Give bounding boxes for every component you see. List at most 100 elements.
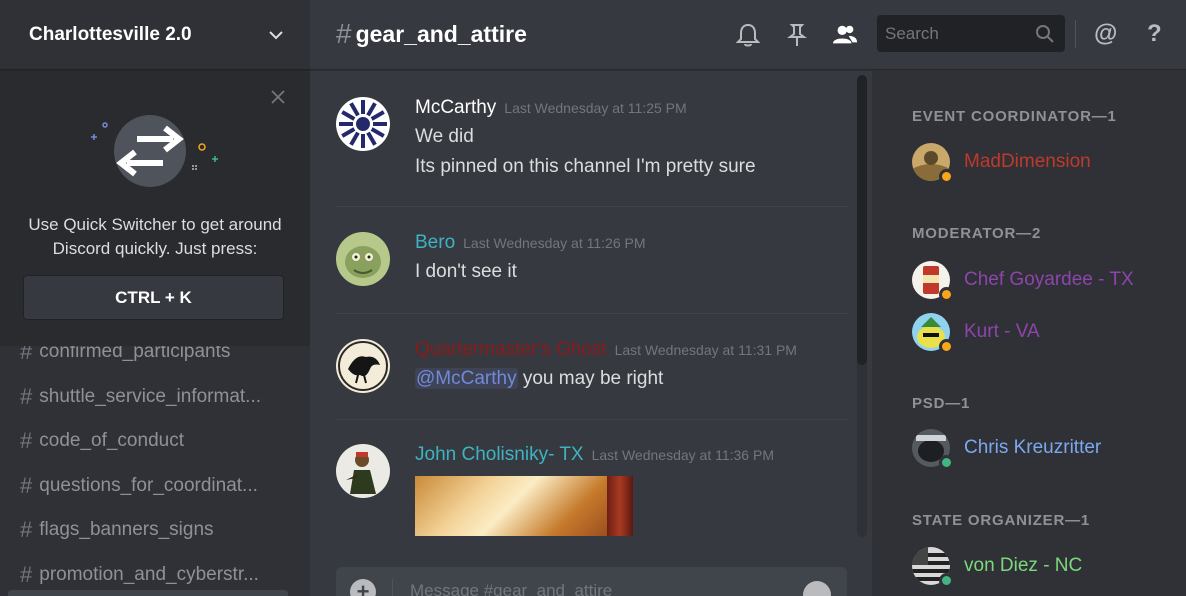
avatar: [912, 547, 954, 588]
message-divider: [336, 313, 848, 314]
avatar[interactable]: [336, 232, 390, 286]
quick-switcher-arrows-icon: [91, 115, 218, 187]
status-idle-icon: [939, 339, 954, 354]
hash-icon: #: [20, 428, 33, 454]
status-online-icon: [939, 573, 954, 588]
header-divider: [1075, 20, 1076, 48]
message-header: John Cholisniky- TX Last Wednesday at 11…: [415, 444, 848, 466]
channel-questions[interactable]: # questions_for_coordinat...: [0, 464, 310, 509]
avatar[interactable]: [336, 339, 390, 393]
search-box[interactable]: [877, 15, 1065, 52]
message-text: @McCarthy you may be right: [415, 367, 848, 391]
sunwheel-avatar-icon: [336, 97, 390, 151]
user-mention[interactable]: @McCarthy: [415, 368, 518, 389]
message-body: Quartermaster's Ghost Last Wednesday at …: [415, 339, 848, 391]
upload-plus-icon[interactable]: +: [350, 579, 376, 596]
message-body: Bero Last Wednesday at 11:26 PM I don't …: [415, 232, 848, 284]
emoji-icon[interactable]: [803, 581, 831, 596]
role-header: PSD—1: [912, 395, 971, 412]
member-item[interactable]: von Diez - NC: [912, 546, 1083, 588]
message-header: Bero Last Wednesday at 11:26 PM: [415, 232, 848, 254]
avatar[interactable]: [336, 97, 390, 151]
channel-label: promotion_and_cyberstr...: [39, 563, 259, 585]
channel-label: questions_for_coordinat...: [39, 474, 258, 496]
member-item[interactable]: Chris Kreuzritter: [912, 428, 1102, 470]
member-list: EVENT COORDINATOR—1 MadDimension MODERAT…: [872, 71, 1186, 596]
timestamp: Last Wednesday at 11:31 PM: [614, 342, 797, 358]
member-name: von Diez - NC: [964, 555, 1083, 576]
timestamp: Last Wednesday at 11:26 PM: [463, 235, 646, 251]
search-input[interactable]: [885, 23, 1025, 44]
member-item[interactable]: Chef Goyardee - TX: [912, 260, 1134, 302]
channel-name: gear_and_attire: [355, 20, 527, 47]
avatar: [912, 143, 954, 184]
chevron-down-icon[interactable]: [266, 25, 286, 45]
close-icon[interactable]: [270, 89, 286, 105]
author-name[interactable]: John Cholisniky- TX: [415, 444, 584, 466]
member-name: Chris Kreuzritter: [964, 437, 1102, 458]
channel-code-of-conduct[interactable]: # code_of_conduct: [0, 419, 310, 464]
channel-label: flags_banners_signs: [39, 519, 214, 541]
role-header: EVENT COORDINATOR—1: [912, 108, 1117, 125]
role-header: MODERATOR—2: [912, 225, 1042, 242]
server-name: Charlottesville 2.0: [29, 23, 192, 45]
message-header: McCarthy Last Wednesday at 11:25 PM: [415, 97, 848, 119]
author-name[interactable]: McCarthy: [415, 97, 496, 119]
status-idle-icon: [939, 287, 954, 302]
members-icon[interactable]: [832, 22, 858, 48]
hash-icon: #: [20, 517, 33, 543]
help-icon[interactable]: ?: [1147, 20, 1173, 47]
bell-icon[interactable]: [735, 22, 761, 48]
timestamp: Last Wednesday at 11:25 PM: [504, 100, 687, 116]
member-item[interactable]: MadDimension: [912, 142, 1091, 184]
channel-shuttle-service[interactable]: # shuttle_service_informat...: [0, 375, 310, 420]
message-scrollbar-thumb[interactable]: [857, 75, 867, 365]
quick-switcher-shortcut-button[interactable]: CTRL + K: [23, 275, 284, 320]
status-idle-icon: [939, 169, 954, 184]
hash-icon: #: [20, 472, 33, 498]
role-header: STATE ORGANIZER—1: [912, 512, 1091, 529]
pin-icon[interactable]: [784, 22, 810, 48]
channel-sidebar: Charlottesville 2.0 # confirmed_participa…: [0, 0, 310, 596]
channel-header: # gear_and_attire @ ?: [310, 0, 1186, 70]
channel-label: code_of_conduct: [39, 430, 184, 452]
author-name[interactable]: Bero: [415, 232, 455, 254]
quick-switcher-text: Use Quick Switcher to get around Discord…: [28, 215, 282, 258]
message-text: Its pinned on this channel I'm pretty su…: [415, 156, 756, 177]
avatar: [912, 313, 954, 354]
message-text: I don't see it: [415, 261, 517, 282]
selected-channel-highlight[interactable]: [8, 590, 288, 596]
mentions-icon[interactable]: @: [1094, 20, 1120, 47]
message-divider: [336, 419, 848, 420]
avatar: [912, 261, 954, 302]
channel-flags-banners-signs[interactable]: # flags_banners_signs: [0, 508, 310, 553]
raven-avatar-icon: [336, 339, 390, 393]
composer-divider: [392, 579, 393, 596]
person-avatar-icon: [336, 444, 390, 498]
message-body: McCarthy Last Wednesday at 11:25 PM We d…: [415, 97, 848, 179]
message-list: McCarthy Last Wednesday at 11:25 PM We d…: [310, 71, 870, 540]
channel-label: shuttle_service_informat...: [39, 385, 262, 407]
channel-list: # confirmed_participants # shuttle_service…: [0, 330, 310, 596]
message-divider: [336, 206, 848, 207]
message-composer: +: [336, 567, 847, 596]
avatar: [912, 429, 954, 470]
member-item[interactable]: Kurt - VA: [912, 312, 1040, 354]
avatar[interactable]: [336, 444, 390, 498]
hash-icon: #: [336, 18, 352, 49]
image-attachment[interactable]: [415, 476, 633, 536]
message-text: We did: [415, 126, 474, 147]
hash-icon: #: [20, 383, 33, 409]
message-input[interactable]: [410, 581, 790, 596]
member-name: Kurt - VA: [964, 321, 1040, 342]
channel-title: # gear_and_attire: [336, 18, 527, 50]
status-online-icon: [939, 455, 954, 470]
timestamp: Last Wednesday at 11:36 PM: [591, 447, 774, 463]
author-name[interactable]: Quartermaster's Ghost: [415, 339, 607, 361]
member-name: Chef Goyardee - TX: [964, 269, 1134, 290]
server-header[interactable]: Charlottesville 2.0: [0, 0, 310, 70]
message-text-rest: you may be right: [517, 368, 664, 389]
hash-icon: #: [20, 561, 33, 587]
quick-switcher-popout: Use Quick Switcher to get around Discord…: [0, 71, 310, 346]
search-icon[interactable]: [1035, 24, 1055, 44]
